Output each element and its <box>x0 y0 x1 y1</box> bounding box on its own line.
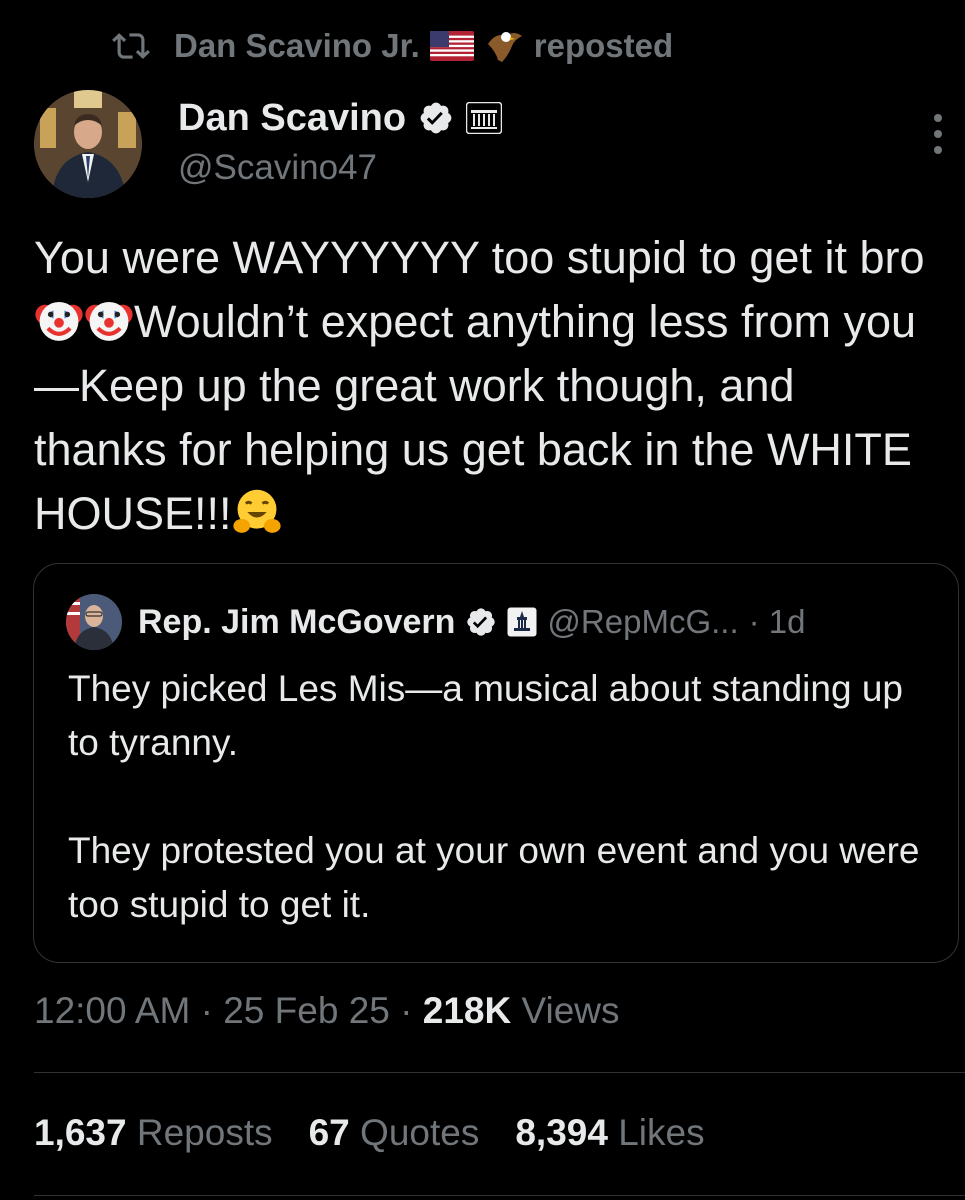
views-count[interactable]: 218K <box>423 990 511 1031</box>
author-name[interactable]: Dan Scavino <box>178 97 406 140</box>
clown-face-emoji-icon <box>35 301 83 341</box>
tweet-meta: 12:00 AM · 25 Feb 25 · 218K Views <box>34 990 620 1032</box>
repost-icon <box>112 33 150 59</box>
quoted-tweet-card[interactable]: Rep. Jim McGovern @RepMcG... · 1d They p… <box>33 563 959 963</box>
us-flag-emoji <box>429 31 474 61</box>
divider <box>34 1072 965 1073</box>
verified-badge-icon <box>420 102 452 134</box>
views-label: Views <box>521 990 620 1031</box>
tweet-text-part2: Wouldn’t expect anything less from you—K… <box>34 296 925 539</box>
quote-timestamp[interactable]: · 1d <box>749 603 806 641</box>
quote-author-name[interactable]: Rep. Jim McGovern <box>138 603 455 642</box>
tweet-time[interactable]: 12:00 AM <box>34 990 190 1031</box>
author-info: Dan Scavino @Scavino47 <box>178 94 503 188</box>
likes-stat[interactable]: 8,394 Likes <box>515 1112 704 1154</box>
reposter-name[interactable]: Dan Scavino Jr. <box>174 27 420 65</box>
likes-count: 8,394 <box>515 1112 608 1153</box>
avatar-image <box>34 90 142 198</box>
author-avatar[interactable] <box>34 90 142 198</box>
more-options-icon[interactable] <box>931 112 945 156</box>
meta-separator: · <box>400 990 413 1031</box>
hugging-face-emoji-icon <box>232 489 281 533</box>
divider <box>34 1195 965 1196</box>
tweet-date[interactable]: 25 Feb 25 <box>223 990 390 1031</box>
white-house-affiliation-badge-icon <box>466 102 503 134</box>
tweet-text: You were WAYYYYYY too stupid to get it b… <box>34 226 934 546</box>
author-handle[interactable]: @Scavino47 <box>178 148 502 188</box>
quote-paragraph: They protested you at your own event and… <box>68 830 920 925</box>
meta-separator: · <box>200 990 213 1031</box>
reposts-stat[interactable]: 1,637 Reposts <box>34 1112 273 1154</box>
quote-avatar-image <box>66 594 122 650</box>
quote-author-handle[interactable]: @RepMcG... <box>547 603 738 641</box>
repost-label: reposted <box>533 27 674 64</box>
capitol-affiliation-badge-icon <box>507 607 537 637</box>
likes-label: Likes <box>618 1112 705 1153</box>
quote-paragraph: They picked Les Mis—a musical about stan… <box>68 668 903 763</box>
repost-banner: Dan Scavino Jr. reposted <box>112 24 673 68</box>
quote-text: They picked Les Mis—a musical about stan… <box>68 662 928 932</box>
quotes-label: Quotes <box>360 1112 480 1153</box>
engagement-stats: 1,637 Reposts 67 Quotes 8,394 Likes <box>34 1112 705 1154</box>
quote-header: Rep. Jim McGovern @RepMcG... · 1d <box>66 594 806 650</box>
tweet-text-part1: You were WAYYYYYY too stupid to get it b… <box>34 232 925 283</box>
reposts-count: 1,637 <box>34 1112 127 1153</box>
quote-verified-badge-icon <box>467 608 496 636</box>
eagle-emoji <box>487 32 522 62</box>
quotes-stat[interactable]: 67 Quotes <box>309 1112 480 1154</box>
reposts-label: Reposts <box>136 1112 273 1153</box>
quotes-count: 67 <box>308 1112 350 1153</box>
clown-face-emoji-icon <box>85 301 133 341</box>
quote-avatar[interactable] <box>66 594 122 650</box>
